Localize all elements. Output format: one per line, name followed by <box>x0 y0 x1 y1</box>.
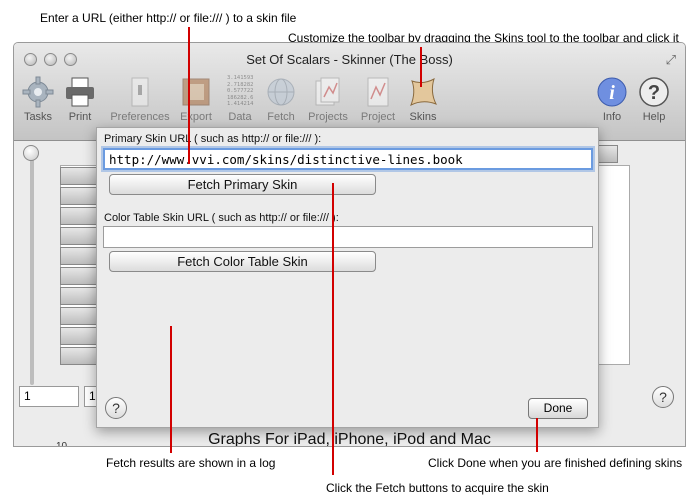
toolbar-skins-label: Skins <box>409 111 437 123</box>
toolbar-print-label: Print <box>68 111 92 123</box>
project-icon <box>367 77 389 107</box>
toolbar-projects[interactable]: Projects <box>302 75 354 123</box>
toolbar-print[interactable]: Print <box>54 75 106 123</box>
data-number: 0.577722 <box>227 88 254 94</box>
skin-icon <box>410 77 438 107</box>
data-icon: 3.141593 2.718282 0.577722 186282.6 1.41… <box>223 75 257 109</box>
svg-text:?: ? <box>648 82 660 104</box>
toolbar-fetch[interactable]: Fetch <box>255 75 307 123</box>
vertical-slider-knob[interactable] <box>23 145 39 161</box>
printer-icon <box>66 77 94 107</box>
url-callout: Enter a URL (either http:// or file:/// … <box>40 11 297 25</box>
fetch-callout: Click the Fetch buttons to acquire the s… <box>326 481 549 495</box>
color-table-skin-url-label: Color Table Skin URL ( such as http:// o… <box>104 212 339 224</box>
fetch-primary-skin-button[interactable]: Fetch Primary Skin <box>109 174 376 195</box>
toolbar-skins[interactable]: Skins <box>397 75 449 123</box>
fullscreen-icon[interactable]: ⤢ <box>666 52 676 68</box>
toolbar-projects-label: Projects <box>308 111 348 123</box>
sheet-help-button[interactable]: ? <box>105 397 127 419</box>
toolbar-help-label: Help <box>642 111 666 123</box>
primary-skin-url-label: Primary Skin URL ( such as http:// or fi… <box>104 133 322 145</box>
row-start-field[interactable]: 1 <box>19 386 79 407</box>
fetch-leader-line <box>332 183 334 475</box>
color-table-skin-url-input[interactable] <box>103 226 593 248</box>
primary-skin-url-input[interactable]: http://www.vvi.com/skins/distinctive-lin… <box>103 148 593 170</box>
url-leader-line <box>188 27 190 164</box>
projects-icon <box>315 77 340 106</box>
done-callout: Click Done when you are finished definin… <box>428 456 683 470</box>
done-leader-line <box>536 418 538 452</box>
toolbar-preferences[interactable]: Preferences <box>110 75 170 123</box>
fetch-color-table-skin-button[interactable]: Fetch Color Table Skin <box>109 251 376 272</box>
data-number: 1.414214 <box>227 101 254 107</box>
toolbar-preferences-label: Preferences <box>110 111 170 123</box>
window-title: Set Of Scalars - Skinner (The Boss) <box>246 52 453 67</box>
toolbar-help[interactable]: ? Help <box>628 75 680 123</box>
axis-tick-label: 10 <box>56 441 68 447</box>
window-help-button[interactable]: ? <box>652 386 674 408</box>
vertical-slider-track[interactable] <box>30 155 34 385</box>
data-number: 3.141593 <box>227 75 254 81</box>
done-button[interactable]: Done <box>528 398 588 419</box>
globe-icon <box>267 78 295 106</box>
log-leader-line <box>170 326 172 453</box>
log-callout: Fetch results are shown in a log <box>106 456 276 470</box>
help-icon: ? <box>639 77 669 107</box>
svg-text:i: i <box>609 82 615 104</box>
export-icon <box>182 78 210 106</box>
toolbar-leader-line <box>420 47 422 87</box>
canvas-title: Graphs For iPad, iPhone, iPod and Mac <box>208 431 491 447</box>
switch-icon <box>131 77 149 107</box>
info-icon: i <box>597 77 627 107</box>
gear-icon <box>22 76 54 108</box>
toolbar-fetch-label: Fetch <box>267 111 295 123</box>
